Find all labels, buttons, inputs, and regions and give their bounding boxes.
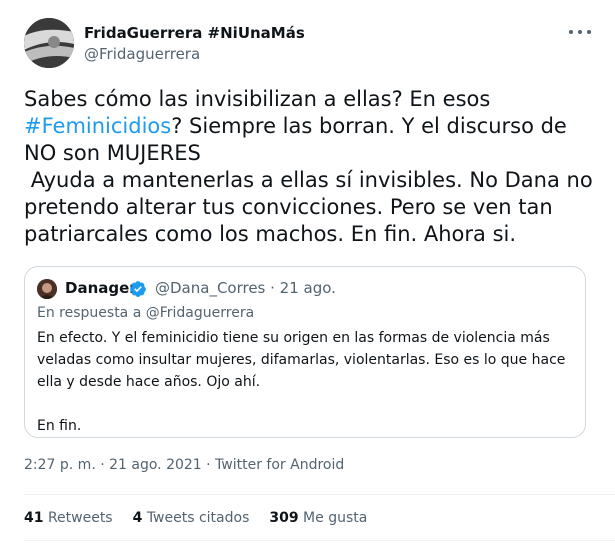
dot <box>578 30 582 34</box>
avatar-image <box>24 18 74 68</box>
likes-stat[interactable]: 309 Me gusta <box>269 510 367 526</box>
author-name[interactable]: FridaGuerrera #NiUnaMás <box>84 24 305 42</box>
quoted-handle-date: @Dana_Corres · 21 ago. <box>155 279 336 297</box>
quote-tweets-label: Tweets citados <box>146 510 250 526</box>
quoted-author-avatar <box>37 279 57 299</box>
quoted-tweet[interactable]: Danager @Dana_Corres · 21 ago. En respue… <box>24 266 586 438</box>
tweet-text-part: Sabes cómo las invisibilizan a ellas? En… <box>24 87 497 111</box>
more-options-icon[interactable] <box>569 22 591 42</box>
dot <box>569 30 573 34</box>
verified-badge-icon <box>130 281 146 297</box>
divider <box>24 540 615 541</box>
engagement-stats: 41 Retweets 4 Tweets citados 309 Me gust… <box>24 510 367 526</box>
dot <box>587 30 591 34</box>
author-handle[interactable]: @Fridaguerrera <box>84 45 200 63</box>
hashtag-link[interactable]: #Feminicidios <box>24 114 171 138</box>
avatar-image <box>37 279 57 299</box>
quoted-tweet-text: En efecto. Y el feminicidio tiene su ori… <box>37 330 566 434</box>
reply-to-label: En respuesta a @Fridaguerrera <box>37 305 255 321</box>
author-avatar[interactable] <box>24 18 74 68</box>
quote-tweets-stat[interactable]: 4 Tweets citados <box>133 510 250 526</box>
quoted-author-name: Danager <box>65 279 137 297</box>
quote-tweets-count: 4 <box>132 510 143 526</box>
tweet-timestamp[interactable]: 2:27 p. m. · 21 ago. 2021 · Twitter for … <box>24 457 344 473</box>
retweets-label: Retweets <box>47 510 113 526</box>
divider <box>24 494 615 495</box>
likes-count: 309 <box>269 510 299 526</box>
retweets-count: 41 <box>24 510 44 526</box>
retweets-stat[interactable]: 41 Retweets <box>24 510 113 526</box>
likes-label: Me gusta <box>303 510 368 526</box>
tweet-text: Sabes cómo las invisibilizan a ellas? En… <box>24 86 599 248</box>
